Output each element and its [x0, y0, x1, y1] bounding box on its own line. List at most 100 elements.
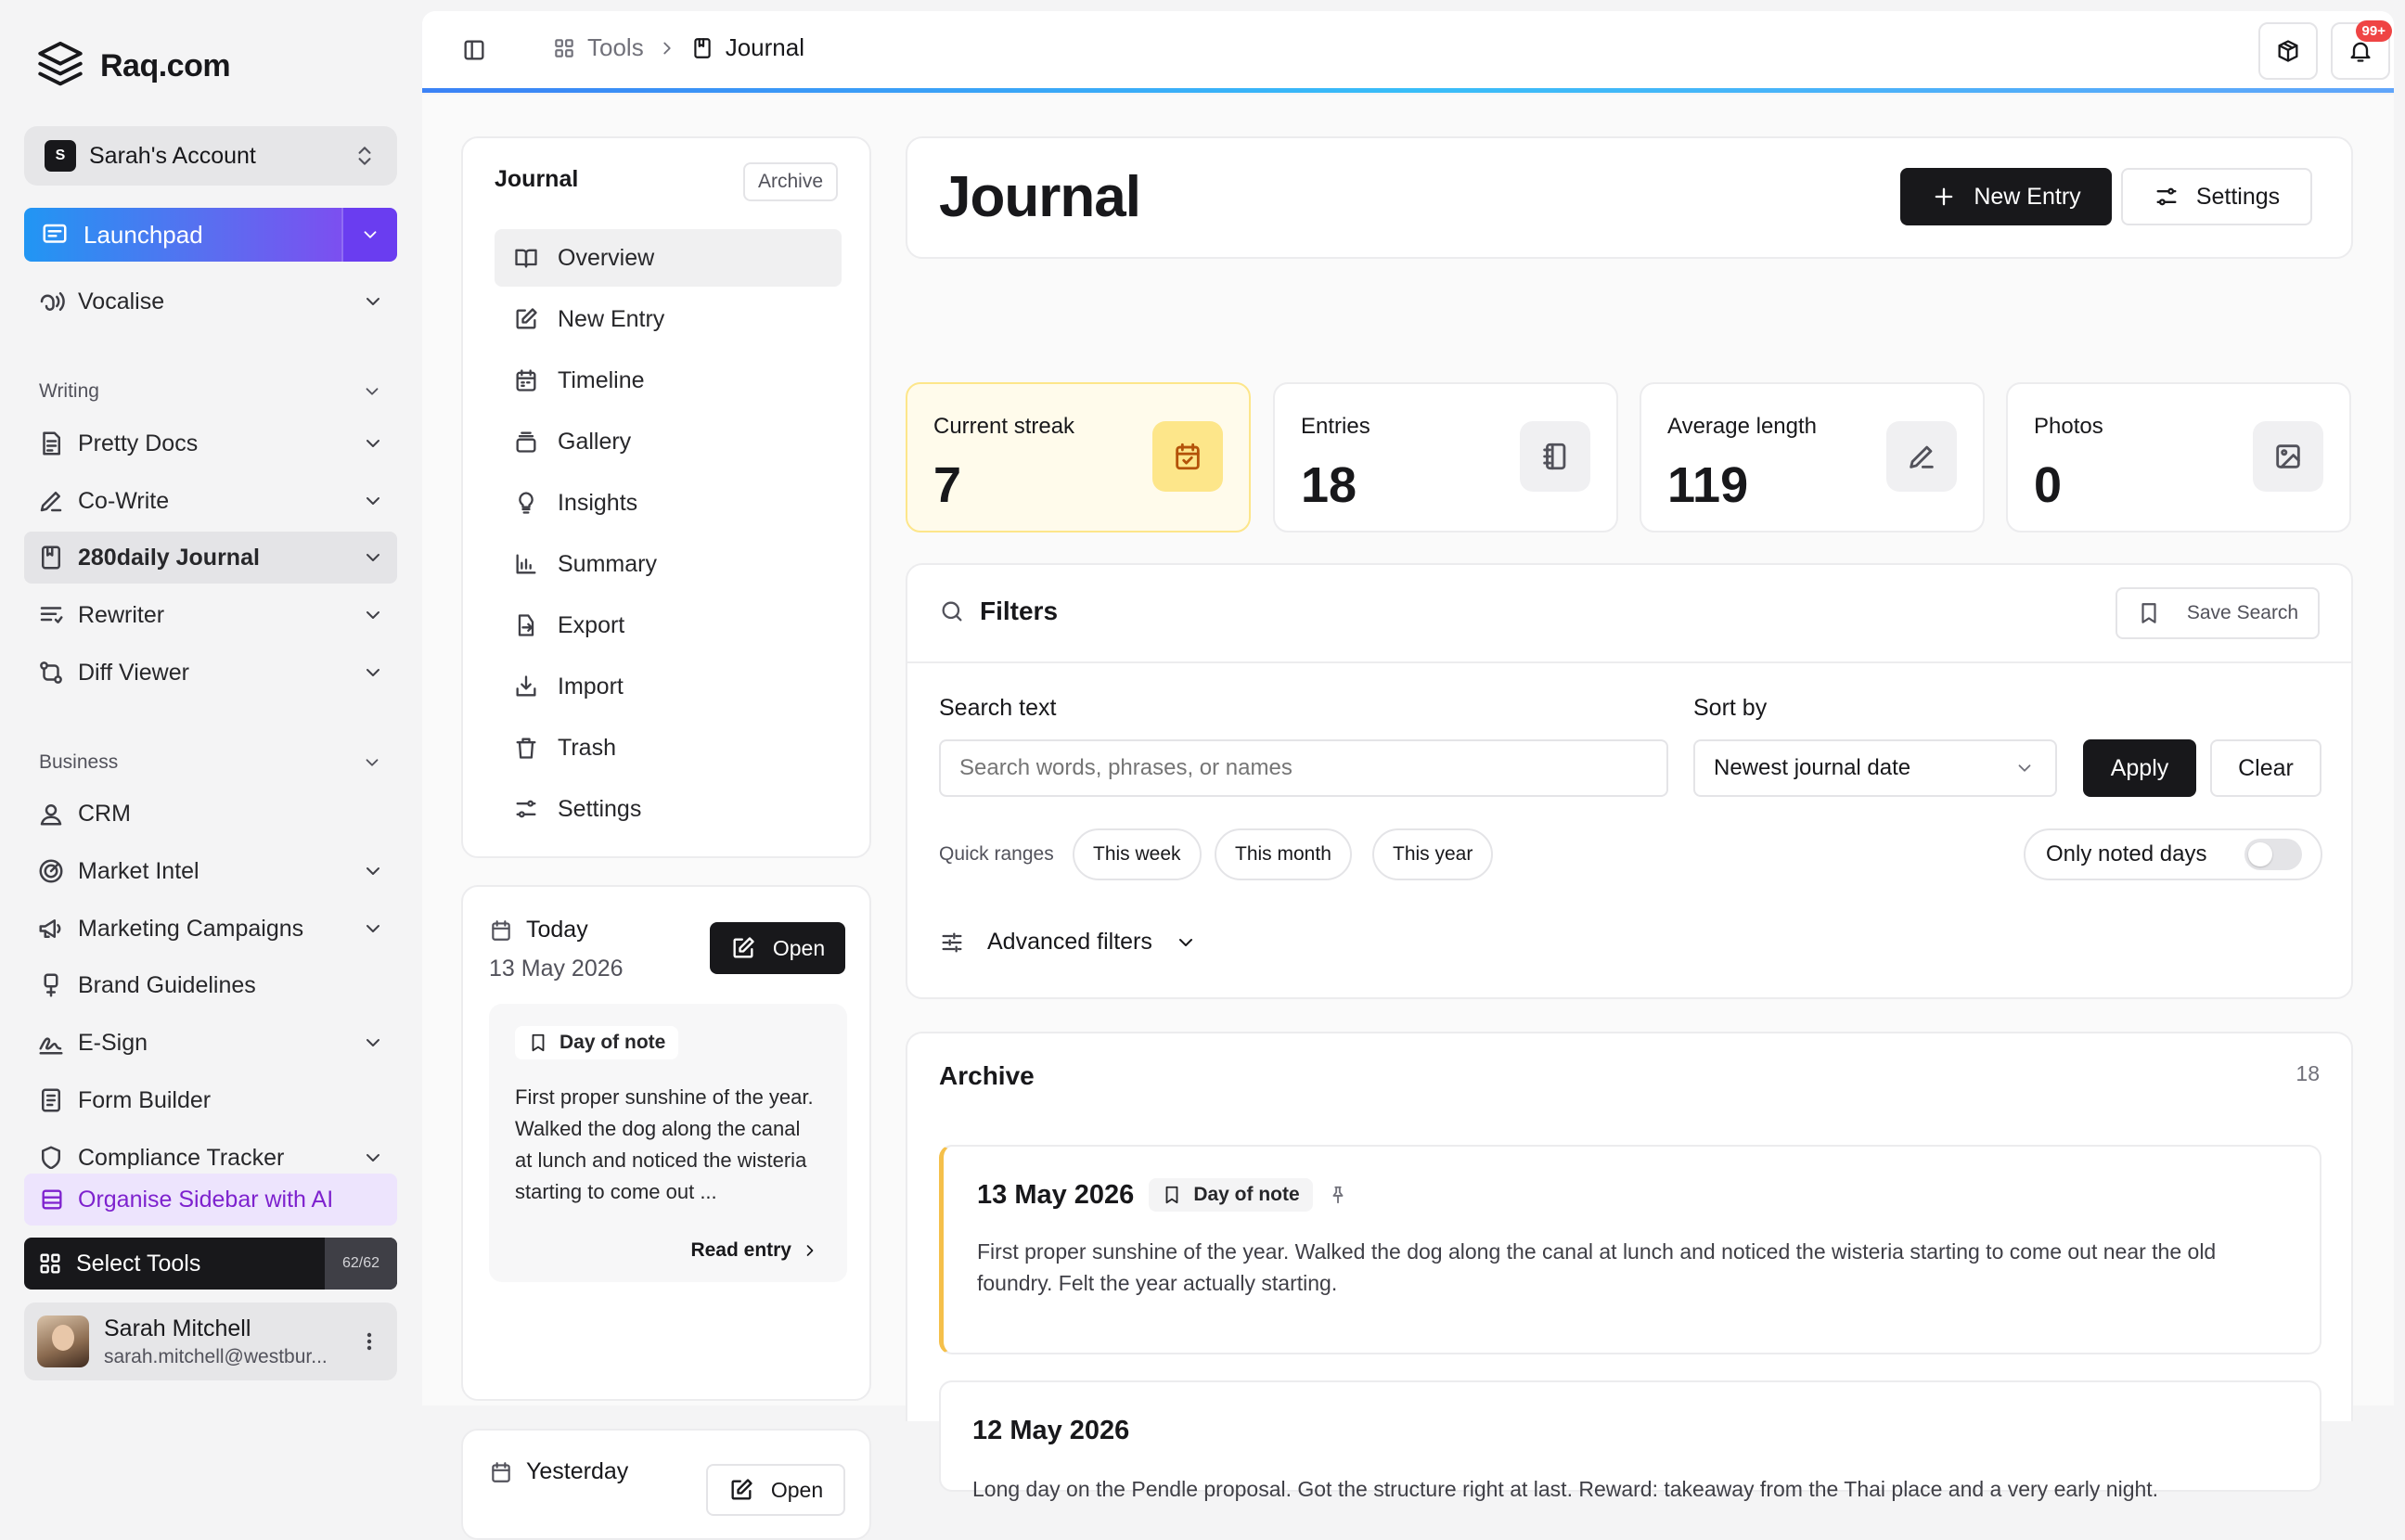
stat-value: 119: [1667, 457, 1749, 513]
notification-badge: 99+: [2355, 20, 2392, 42]
organise-sidebar-button[interactable]: Organise Sidebar with AI: [24, 1174, 397, 1226]
menu-gallery[interactable]: Gallery: [495, 413, 842, 470]
quick-range-this-year[interactable]: This year: [1372, 828, 1494, 880]
chevron-down-icon[interactable]: [362, 918, 384, 940]
sort-select[interactable]: Newest journal date: [1693, 739, 2057, 797]
grid-icon: [555, 38, 573, 58]
read-entry-link[interactable]: Read entry: [690, 1239, 819, 1262]
brand[interactable]: Raq.com: [33, 37, 231, 95]
chevron-down-icon[interactable]: [362, 604, 384, 626]
chevron-down-icon[interactable]: [362, 860, 384, 882]
bar-chart-icon: [516, 554, 536, 574]
menu-label: Import: [558, 673, 624, 699]
archive-entry[interactable]: 12 May 2026 Long day on the Pendle propo…: [939, 1380, 2321, 1501]
search-input[interactable]: [939, 739, 1668, 797]
stat-label: Average length: [1667, 414, 1818, 439]
menu-export[interactable]: Export: [495, 597, 842, 654]
apps-button[interactable]: [2258, 22, 2318, 80]
sidebar-item-vocalise[interactable]: Vocalise: [24, 276, 397, 327]
import-icon: [516, 675, 536, 697]
quick-range-this-month[interactable]: This month: [1215, 828, 1352, 880]
account-switcher[interactable]: S Sarah's Account: [24, 126, 397, 186]
new-entry-button[interactable]: New Entry: [1900, 168, 2112, 225]
open-today-button[interactable]: Open: [710, 922, 845, 974]
only-noted-toggle[interactable]: Only noted days: [2024, 828, 2322, 880]
clear-button[interactable]: Clear: [2210, 739, 2321, 797]
sidebar-item-pretty-docs[interactable]: Pretty Docs: [24, 417, 397, 469]
menu-trash[interactable]: Trash: [495, 719, 842, 776]
pin-icon[interactable]: [1328, 1185, 1348, 1205]
stat-value: 18: [1301, 457, 1357, 513]
chevron-down-icon[interactable]: [362, 1147, 384, 1169]
chevron-down-icon[interactable]: [362, 1032, 384, 1054]
sidebar-item-crm[interactable]: CRM: [24, 788, 397, 840]
sidebar-item-form-builder[interactable]: Form Builder: [24, 1074, 397, 1126]
menu-import[interactable]: Import: [495, 658, 842, 715]
menu-summary[interactable]: Summary: [495, 535, 842, 593]
menu-timeline[interactable]: Timeline: [495, 352, 842, 409]
toggle-switch[interactable]: [2244, 839, 2302, 870]
archive-button[interactable]: Archive: [742, 162, 838, 201]
quick-range-this-week[interactable]: This week: [1073, 828, 1202, 880]
select-tools-button[interactable]: Select Tools 62/62: [24, 1238, 397, 1290]
chevron-down-icon: [366, 388, 379, 395]
chevron-down-icon[interactable]: [362, 290, 384, 313]
sidebar-item-280daily-journal[interactable]: 280daily Journal: [24, 532, 397, 584]
form-icon: [42, 1088, 60, 1112]
settings-button[interactable]: Settings: [2121, 168, 2312, 225]
menu-overview[interactable]: Overview: [495, 229, 842, 287]
sidebar-item-e-sign[interactable]: E-Sign: [24, 1017, 397, 1069]
breadcrumb-tools-label: Tools: [587, 33, 644, 61]
yesterday-label: Yesterday: [526, 1458, 629, 1484]
document-icon: [43, 431, 60, 456]
chevron-down-icon[interactable]: [362, 490, 384, 512]
notifications-button[interactable]: 99+: [2331, 20, 2392, 80]
sidebar-item-rewriter[interactable]: Rewriter: [24, 589, 397, 641]
save-search-button[interactable]: Save Search: [2116, 587, 2320, 639]
sidebar-toggle-icon[interactable]: [461, 37, 487, 63]
entry-header: 13 May 2026 Day of note: [977, 1178, 1348, 1212]
tools-count: 62/62: [325, 1238, 397, 1290]
user-menu[interactable]: Sarah Mitchell sarah.mitchell@westbur...: [24, 1303, 397, 1380]
archive-entry[interactable]: 13 May 2026 Day of note First proper sun…: [939, 1145, 2321, 1354]
apply-button[interactable]: Apply: [2083, 739, 2196, 797]
launchpad-dropdown[interactable]: [341, 208, 397, 262]
sidebar-item-brand-guidelines[interactable]: Brand Guidelines: [24, 959, 397, 1011]
sidebar-item-label: Diff Viewer: [78, 659, 189, 686]
journal-menu-title: Journal: [495, 166, 579, 192]
menu-new-entry[interactable]: New Entry: [495, 290, 842, 348]
more-vertical-icon[interactable]: [358, 1330, 380, 1353]
sidebar-item-diff-viewer[interactable]: Diff Viewer: [24, 647, 397, 699]
section-business[interactable]: Business: [39, 751, 382, 774]
book-open-icon: [515, 249, 537, 268]
sidebar-item-co-write[interactable]: Co-Write: [24, 475, 397, 527]
menu-settings[interactable]: Settings: [495, 780, 842, 838]
launchpad-main[interactable]: Launchpad: [24, 208, 341, 262]
chevron-down-icon[interactable]: [362, 546, 384, 569]
sidebar: Raq.com S Sarah's Account Launchpad Voca…: [0, 0, 422, 1405]
menu-label: Settings: [558, 795, 642, 822]
open-yesterday-button[interactable]: Open: [706, 1464, 845, 1516]
today-excerpt: First proper sunshine of the year. Walke…: [515, 1085, 814, 1203]
edit-icon: [516, 308, 537, 329]
section-writing[interactable]: Writing: [39, 380, 382, 403]
open-label: Open: [772, 935, 826, 960]
bookmark-icon: [1165, 1186, 1178, 1204]
chevron-down-icon: [366, 759, 379, 766]
launchpad-button[interactable]: Launchpad: [24, 208, 397, 262]
sidebar-item-label: CRM: [78, 800, 131, 827]
chevron-down-icon[interactable]: [362, 432, 384, 455]
sidebar-item-compliance-tracker[interactable]: Compliance Tracker: [24, 1132, 397, 1169]
sidebar-item-label: Co-Write: [78, 487, 170, 514]
lightbulb-icon: [519, 492, 534, 514]
menu-insights[interactable]: Insights: [495, 474, 842, 532]
advanced-filters-toggle[interactable]: Advanced filters: [939, 929, 1197, 956]
sidebar-item-marketing-campaigns[interactable]: Marketing Campaigns: [24, 903, 397, 955]
bell-icon: [2350, 42, 2371, 62]
breadcrumb-tools[interactable]: Tools: [552, 33, 644, 62]
sidebar-item-label: Rewriter: [78, 601, 165, 628]
chevron-down-icon[interactable]: [362, 661, 384, 684]
journal-icon: [42, 545, 60, 570]
sidebar-item-market-intel[interactable]: Market Intel: [24, 845, 397, 897]
breadcrumb-current-label: Journal: [725, 33, 804, 61]
